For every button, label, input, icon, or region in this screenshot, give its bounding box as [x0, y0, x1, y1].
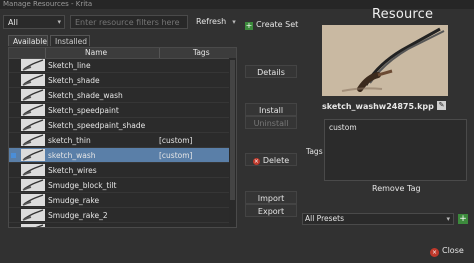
close-icon: ×: [430, 248, 439, 257]
tab-installed[interactable]: Installed: [50, 35, 90, 46]
preset-thumbnail: [21, 224, 45, 227]
list-item[interactable]: Smudge_rake: [9, 193, 229, 208]
list-item[interactable]: sketch_wash [custom]: [9, 148, 229, 163]
chevron-down-icon: ▾: [57, 18, 61, 26]
column-header-name[interactable]: Name: [85, 48, 107, 58]
column-divider: [45, 48, 46, 58]
list-scrollbar[interactable]: [229, 58, 236, 227]
window-title: Manage Resources - Krita: [3, 0, 93, 8]
selection-marker: [11, 183, 16, 188]
list-item[interactable]: Sketch_line: [9, 58, 229, 73]
preset-name: Sketch_speedpaint: [48, 106, 119, 115]
selection-marker: [11, 123, 16, 128]
refresh-button[interactable]: Refresh ▾: [196, 15, 236, 29]
preset-thumbnail: [21, 194, 45, 206]
preset-tags: [custom]: [159, 136, 193, 145]
close-button[interactable]: × Close: [430, 244, 464, 258]
preset-preview-image: [322, 25, 448, 96]
resource-list[interactable]: Name Tags Sketch_line Sketch_shade Sketch_…: [8, 47, 237, 228]
preset-thumbnail: [21, 89, 45, 101]
list-item[interactable]: Sketch_shade: [9, 73, 229, 88]
selection-marker: [11, 93, 16, 98]
list-item[interactable]: Sketch_speedpaint_shade: [9, 118, 229, 133]
resource-type-select[interactable]: All ▾: [3, 15, 65, 29]
preset-tags: [custom]: [159, 151, 193, 160]
preset-name: sketch_thin: [48, 136, 91, 145]
preset-thumbnail: [21, 209, 45, 221]
list-item[interactable]: Smudge_block_tilt: [9, 178, 229, 193]
preset-filename: sketch_washw24875.kpp: [322, 102, 434, 111]
import-button[interactable]: Import: [245, 191, 297, 204]
preset-name: Sketch_shade_wash: [48, 91, 123, 100]
list-item[interactable]: Sketch_wires: [9, 163, 229, 178]
scrollbar-thumb[interactable]: [230, 60, 235, 200]
delete-icon: ×: [252, 158, 260, 165]
tag-value: custom: [329, 123, 357, 132]
column-header-tags[interactable]: Tags: [193, 48, 210, 58]
remove-tag-button[interactable]: Remove Tag: [372, 184, 421, 193]
preset-thumbnail: [21, 179, 45, 191]
preset-name: Sketch_shade: [48, 76, 100, 85]
close-label: Close: [442, 246, 464, 255]
resource-filter-input[interactable]: [70, 15, 188, 29]
preset-name: sketch_wash: [48, 151, 96, 160]
selection-marker: [11, 153, 16, 158]
tab-available[interactable]: Available: [8, 35, 48, 46]
brush-stroke-preview: [341, 27, 445, 92]
delete-label: Delete: [262, 156, 290, 165]
selection-marker: [11, 108, 16, 113]
selection-marker: [11, 168, 16, 173]
preset-filter-select[interactable]: All Presets ▾: [302, 213, 454, 225]
edit-icon[interactable]: ✎: [437, 101, 446, 110]
preset-name: Sketch_speedpaint_shade: [48, 121, 146, 130]
selection-marker: [11, 63, 16, 68]
preset-thumbnail: [21, 134, 45, 146]
details-button[interactable]: Details: [245, 65, 297, 78]
preset-name: Smudge_block_tilt: [48, 181, 117, 190]
list-item[interactable]: Smudge_rake_2: [9, 208, 229, 223]
uninstall-button[interactable]: Uninstall: [245, 116, 297, 129]
preset-name: Smudge_rake: [48, 196, 100, 205]
list-item[interactable]: Sketch_speedpaint: [9, 103, 229, 118]
preset-thumbnail: [21, 149, 45, 161]
install-button[interactable]: Install: [245, 103, 297, 116]
preset-thumbnail: [21, 74, 45, 86]
preset-name: Sketch_line: [48, 61, 91, 70]
preset-name: Smudge_rake_2: [48, 211, 108, 220]
preset-thumbnail: [21, 104, 45, 116]
chevron-down-icon: ▾: [232, 18, 236, 26]
export-button[interactable]: Export: [245, 204, 297, 217]
resource-type-value: All: [8, 18, 18, 27]
preset-filter-value: All Presets: [305, 214, 344, 223]
preset-name: Smudge_soft: [48, 223, 97, 227]
selection-marker: [11, 78, 16, 83]
delete-button[interactable]: × Delete: [245, 153, 297, 166]
tags-editor[interactable]: custom: [324, 119, 467, 181]
selection-marker: [11, 213, 16, 218]
refresh-label: Refresh: [196, 17, 227, 26]
tags-label: Tags: [306, 147, 323, 156]
preset-name: Sketch_wires: [48, 166, 97, 175]
preset-thumbnail: [21, 59, 45, 71]
list-item[interactable]: sketch_thin [custom]: [9, 133, 229, 148]
selection-marker: [11, 138, 16, 143]
chevron-down-icon: ▾: [446, 215, 450, 223]
preset-thumbnail: [21, 164, 45, 176]
list-item[interactable]: Sketch_shade_wash: [9, 88, 229, 103]
plus-icon: +: [245, 21, 253, 30]
create-set-label: Create Set: [256, 20, 299, 29]
selection-marker: [11, 198, 16, 203]
column-divider: [159, 48, 160, 58]
preset-thumbnail: [21, 119, 45, 131]
list-item[interactable]: Smudge_soft: [9, 223, 229, 227]
add-icon[interactable]: +: [458, 214, 468, 224]
create-set-button[interactable]: + Create Set: [245, 18, 298, 32]
